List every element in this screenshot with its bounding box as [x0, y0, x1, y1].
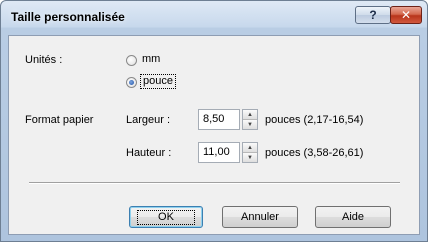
title-bar[interactable]: Taille personnalisée ? ✕ — [1, 1, 427, 35]
spin-up-icon[interactable]: ▲ — [243, 143, 257, 153]
radio-pouce-label[interactable]: pouce — [140, 74, 176, 89]
height-spinner[interactable]: ▲ ▼ — [242, 142, 258, 163]
help-button[interactable]: Aide — [315, 206, 391, 228]
width-range: pouces (2,17-16,54) — [265, 114, 364, 126]
window-title: Taille personnalisée — [11, 10, 125, 24]
ok-button[interactable]: OK — [129, 206, 203, 228]
cancel-button[interactable]: Annuler — [222, 206, 298, 228]
close-icon[interactable]: ✕ — [390, 6, 422, 24]
radio-pouce[interactable] — [126, 77, 137, 88]
ok-button-label: OK — [137, 209, 195, 225]
width-spinner[interactable]: ▲ ▼ — [242, 109, 258, 130]
paper-format-label: Format papier — [25, 114, 94, 126]
height-input[interactable]: 11,00 — [198, 142, 240, 163]
spin-down-icon[interactable]: ▼ — [243, 120, 257, 129]
separator — [29, 182, 400, 184]
dialog-window: Taille personnalisée ? ✕ Unités : mm pou… — [0, 0, 428, 242]
height-range: pouces (3,58-26,61) — [265, 147, 364, 159]
help-icon[interactable]: ? — [355, 6, 391, 24]
height-label: Hauteur : — [126, 147, 172, 159]
radio-mm-label[interactable]: mm — [142, 53, 160, 65]
dialog-body: Unités : mm pouce Format papier Largeur … — [8, 35, 420, 235]
spin-up-icon[interactable]: ▲ — [243, 110, 257, 120]
width-label: Largeur : — [126, 114, 171, 126]
spin-down-icon[interactable]: ▼ — [243, 153, 257, 162]
width-input[interactable]: 8,50 — [198, 109, 240, 130]
units-label: Unités : — [25, 54, 63, 66]
radio-mm[interactable] — [126, 55, 137, 66]
